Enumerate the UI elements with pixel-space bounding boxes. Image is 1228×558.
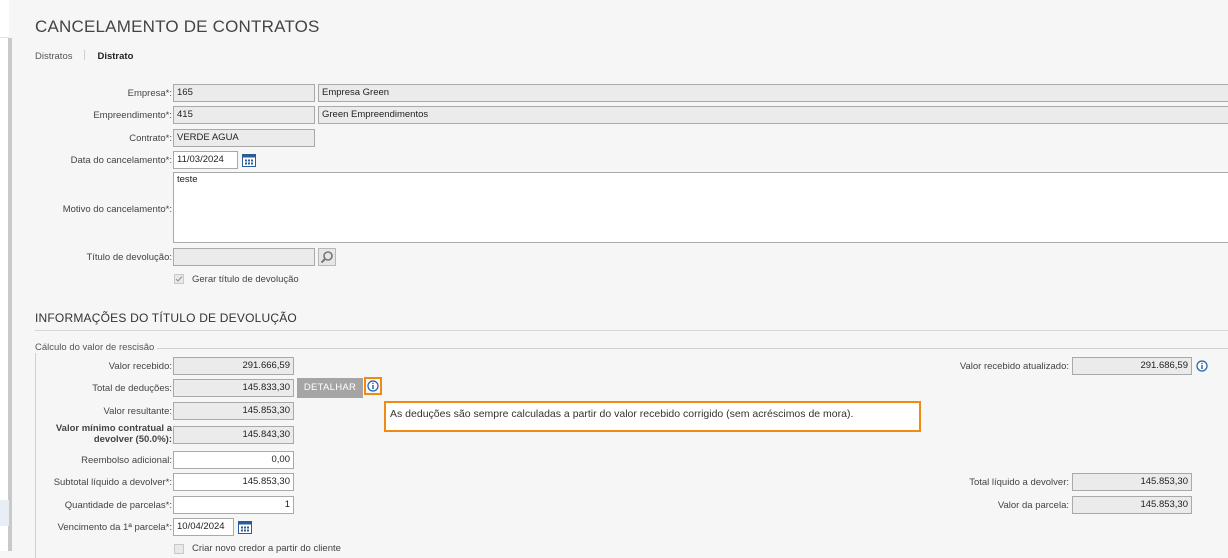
reembolso-field[interactable]: 0,00: [173, 451, 294, 469]
vencimento-field[interactable]: 10/04/2024: [173, 518, 234, 536]
motivo-textarea[interactable]: teste: [173, 172, 1228, 243]
empresa-label: Empresa*:: [127, 88, 172, 99]
gerar-titulo-checkbox[interactable]: [174, 274, 184, 284]
data-cancelamento-field[interactable]: 11/03/2024: [173, 151, 238, 169]
qtd-parcelas-field[interactable]: 1: [173, 496, 294, 514]
motivo-label: Motivo do cancelamento*:: [62, 204, 172, 215]
deducoes-tooltip: As deduções são sempre calculadas a part…: [384, 401, 921, 432]
total-deducoes-field[interactable]: 145.833,30: [173, 379, 294, 397]
empreendimento-name-field[interactable]: Green Empreendimentos: [318, 106, 1228, 124]
valor-minimo-label: Valor mínimo contratual a devolver (50.0…: [55, 423, 172, 445]
valor-minimo-field[interactable]: 145.843,30: [173, 426, 294, 444]
subtotal-label: Subtotal líquido a devolver*:: [53, 477, 172, 488]
titulo-devolucao-label: Título de devolução:: [86, 252, 172, 263]
total-liquido-field[interactable]: 145.853,30: [1072, 473, 1192, 491]
empreendimento-label: Empreendimento*:: [93, 110, 172, 121]
contrato-field[interactable]: VERDE AGUA: [173, 129, 315, 147]
reembolso-label: Reembolso adicional:: [81, 455, 172, 466]
valor-recebido-label: Valor recebido:: [108, 361, 172, 372]
breadcrumb-distrato: Distrato: [97, 51, 134, 62]
valor-parcela-label: Valor da parcela:: [997, 500, 1069, 511]
valor-parcela-field[interactable]: 145.853,30: [1072, 496, 1192, 514]
valor-resultante-field[interactable]: 145.853,30: [173, 402, 294, 420]
sidebar-tab[interactable]: [0, 0, 9, 38]
empresa-name-field[interactable]: Empresa Green: [318, 84, 1228, 102]
detalhar-button[interactable]: DETALHAR: [297, 378, 363, 398]
valor-recebido-field[interactable]: 291.666,59: [173, 357, 294, 375]
calc-legend: Cálculo do valor de rescisão: [35, 342, 158, 353]
valor-recebido-atualizado-label: Valor recebido atualizado:: [959, 361, 1069, 372]
titulo-devolucao-field[interactable]: [173, 248, 315, 266]
breadcrumb-separator: [84, 50, 86, 60]
sidebar-tab-active[interactable]: [0, 500, 9, 526]
valor-recebido-atualizado-field[interactable]: 291.686,59: [1072, 357, 1192, 375]
qtd-parcelas-label: Quantidade de parcelas*:: [64, 500, 172, 511]
left-sidebar: [0, 0, 12, 551]
info-icon[interactable]: [1196, 360, 1208, 372]
calendar-icon[interactable]: [241, 152, 257, 168]
page-title: CANCELAMENTO DE CONTRATOS: [35, 17, 320, 36]
empreendimento-code-field[interactable]: 415: [173, 106, 315, 124]
contrato-label: Contrato*:: [129, 133, 172, 144]
vencimento-label: Vencimento da 1ª parcela*:: [57, 522, 172, 533]
gerar-titulo-label: Gerar título de devolução: [192, 274, 299, 285]
total-deducoes-label: Total de deduções:: [92, 383, 172, 394]
breadcrumb-distratos[interactable]: Distratos: [35, 51, 72, 62]
criar-credor-checkbox[interactable]: [174, 544, 184, 554]
criar-credor-label: Criar novo credor a partir do cliente: [192, 543, 341, 554]
info-icon[interactable]: [367, 380, 379, 392]
empresa-code-field[interactable]: 165: [173, 84, 315, 102]
calendar-icon[interactable]: [237, 519, 253, 535]
subtotal-field[interactable]: 145.853,30: [173, 473, 294, 491]
main-page: CANCELAMENTO DE CONTRATOS Distratos Distr…: [12, 0, 1228, 558]
total-liquido-label: Total líquido a devolver:: [969, 477, 1069, 488]
search-icon[interactable]: [318, 248, 336, 266]
breadcrumb: Distratos Distrato: [35, 50, 133, 62]
data-cancelamento-label: Data do cancelamento*:: [70, 155, 172, 166]
valor-resultante-label: Valor resultante:: [103, 406, 172, 417]
section-title: INFORMAÇÕES DO TÍTULO DE DEVOLUÇÃO: [35, 311, 297, 325]
section-divider: [35, 330, 1228, 331]
